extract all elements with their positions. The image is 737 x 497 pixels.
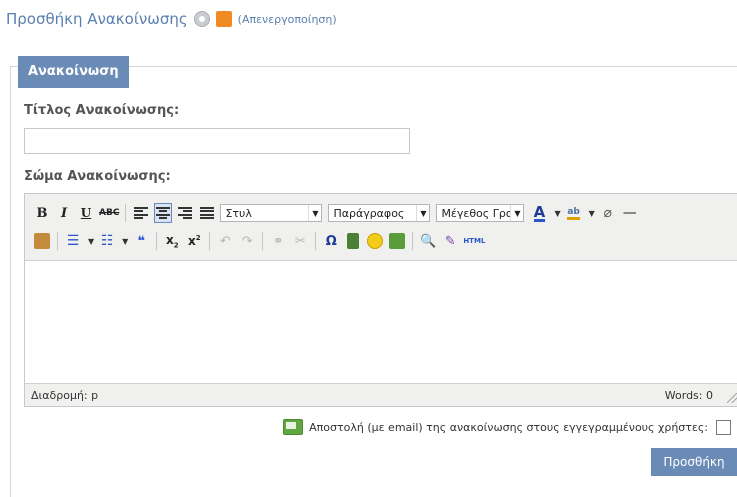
subscript-icon: x2 [166,232,179,250]
eraser-icon: ⌀ [603,205,612,221]
paste-icon [34,233,50,249]
html-icon: HTML [463,237,486,245]
tab-announcement: Ανακοίνωση [18,56,129,88]
emoticon-button[interactable] [366,231,384,251]
body-label: Σώμα Ανακοίνωσης: [24,169,171,184]
format-select[interactable]: Παράγραφος ▼ [328,204,431,222]
omega-icon: Ω [325,233,337,249]
toolbar-row-2: ☰ ▼ ☷ ▼ ❝ x2 x2 ↶ ↷ ⚭ ✂ Ω 🔍 ✎ HTML [33,228,489,254]
notify-label: Αποστολή (με email) της ανακοίνωσης στου… [309,420,708,434]
horizontal-rule-button[interactable]: — [621,203,639,223]
notify-checkbox[interactable] [716,419,731,435]
italic-button[interactable]: I [55,203,73,223]
align-left-button[interactable] [132,203,150,223]
title-input[interactable] [24,128,410,154]
help-icon[interactable] [193,11,210,27]
highlight-color-button[interactable]: ab [565,203,583,223]
broom-icon: ✎ [444,233,456,249]
title-label: Τίτλος Ανακοίνωσης: [24,103,180,118]
undo-icon: ↶ [219,233,231,249]
blockquote-button[interactable]: ❝ [132,231,150,251]
strikethrough-button[interactable]: ABC [99,203,119,223]
numbered-list-dropdown-icon[interactable]: ▼ [122,237,128,246]
align-justify-button[interactable] [198,203,216,223]
html-source-button[interactable]: HTML [463,231,485,251]
highlight-icon: ab [567,207,580,220]
align-right-icon [178,207,193,219]
media-button[interactable] [344,231,362,251]
horizontal-rule-icon: — [622,205,637,221]
align-center-button[interactable] [154,203,173,223]
toolbar-separator [412,232,414,250]
numbered-list-icon: ☷ [100,233,114,249]
toolbar-separator [315,232,317,250]
align-right-button[interactable] [176,203,194,223]
text-color-icon: A [533,202,546,222]
page-header: Προσθήκη Ανακοίνωσης (Απενεργοποίηση) [6,10,337,28]
link-icon: ⚭ [272,233,284,249]
style-select-value: Στυλ [225,206,252,220]
rich-text-editor: B I U ABC Στυλ ▼ Παράγραφος ▼ Μέγεθος Γρ… [24,193,737,407]
superscript-button[interactable]: x2 [185,231,203,251]
cleanup-button[interactable]: ✎ [441,231,459,251]
text-color-button[interactable]: A [530,203,548,223]
superscript-icon: x2 [188,234,201,248]
preview-button[interactable]: 🔍 [419,231,437,251]
image-button[interactable] [388,231,406,251]
text-color-dropdown-icon[interactable]: ▼ [554,209,560,218]
unlink-icon: ✂ [294,233,306,249]
bullet-list-icon: ☰ [66,233,80,249]
editor-statusbar: Διαδρομή: p Words: 0 [25,383,737,406]
link-button[interactable]: ⚭ [269,231,287,251]
chevron-down-icon: ▼ [510,205,524,221]
preview-icon: 🔍 [420,233,437,249]
format-select-value: Παράγραφος [333,206,405,220]
toolbar-separator [125,204,127,222]
film-icon [347,233,360,249]
subscript-button[interactable]: x2 [163,231,181,251]
redo-button[interactable]: ↷ [238,231,256,251]
submit-button[interactable]: Προσθήκη [651,448,737,476]
image-icon [389,233,406,249]
numbered-list-button[interactable]: ☷ [98,231,116,251]
bullet-list-button[interactable]: ☰ [64,231,82,251]
align-left-icon [134,207,149,219]
blockquote-icon: ❝ [137,233,146,249]
unlink-button[interactable]: ✂ [291,231,309,251]
paste-button[interactable] [33,231,51,251]
bullet-list-dropdown-icon[interactable]: ▼ [88,237,94,246]
style-select[interactable]: Στυλ ▼ [220,204,323,222]
rss-icon[interactable] [215,11,232,27]
align-justify-icon [200,207,215,219]
bold-button[interactable]: B [33,203,51,223]
underline-button[interactable]: U [77,203,95,223]
rss-toggle-link[interactable]: (Απενεργοποίηση) [238,13,337,26]
undo-button[interactable]: ↶ [216,231,234,251]
redo-icon: ↷ [241,233,253,249]
toolbar-row-1: B I U ABC Στυλ ▼ Παράγραφος ▼ Μέγεθος Γρ… [33,200,643,226]
chevron-down-icon: ▼ [308,205,322,221]
toolbar-separator [57,232,58,250]
status-path[interactable]: Διαδρομή: p [31,389,98,402]
special-char-button[interactable]: Ω [322,231,340,251]
align-center-icon [156,207,171,219]
remove-format-button[interactable]: ⌀ [599,203,617,223]
editor-content-area[interactable] [25,261,737,385]
send-mail-icon [283,419,304,435]
smiley-icon [367,233,384,249]
toolbar-separator [156,232,158,250]
resize-handle-icon[interactable] [727,393,737,403]
word-count: Words: 0 [664,389,713,402]
highlight-dropdown-icon[interactable]: ▼ [589,209,595,218]
chevron-down-icon: ▼ [416,205,430,221]
editor-toolbar: B I U ABC Στυλ ▼ Παράγραφος ▼ Μέγεθος Γρ… [25,194,737,261]
toolbar-separator [262,232,264,250]
font-size-select[interactable]: Μέγεθος Γραμμ ▼ [436,204,525,222]
notify-row: Αποστολή (με email) της ανακοίνωσης στου… [283,419,737,435]
toolbar-separator [209,232,211,250]
page-title: Προσθήκη Ανακοίνωσης [6,10,188,28]
